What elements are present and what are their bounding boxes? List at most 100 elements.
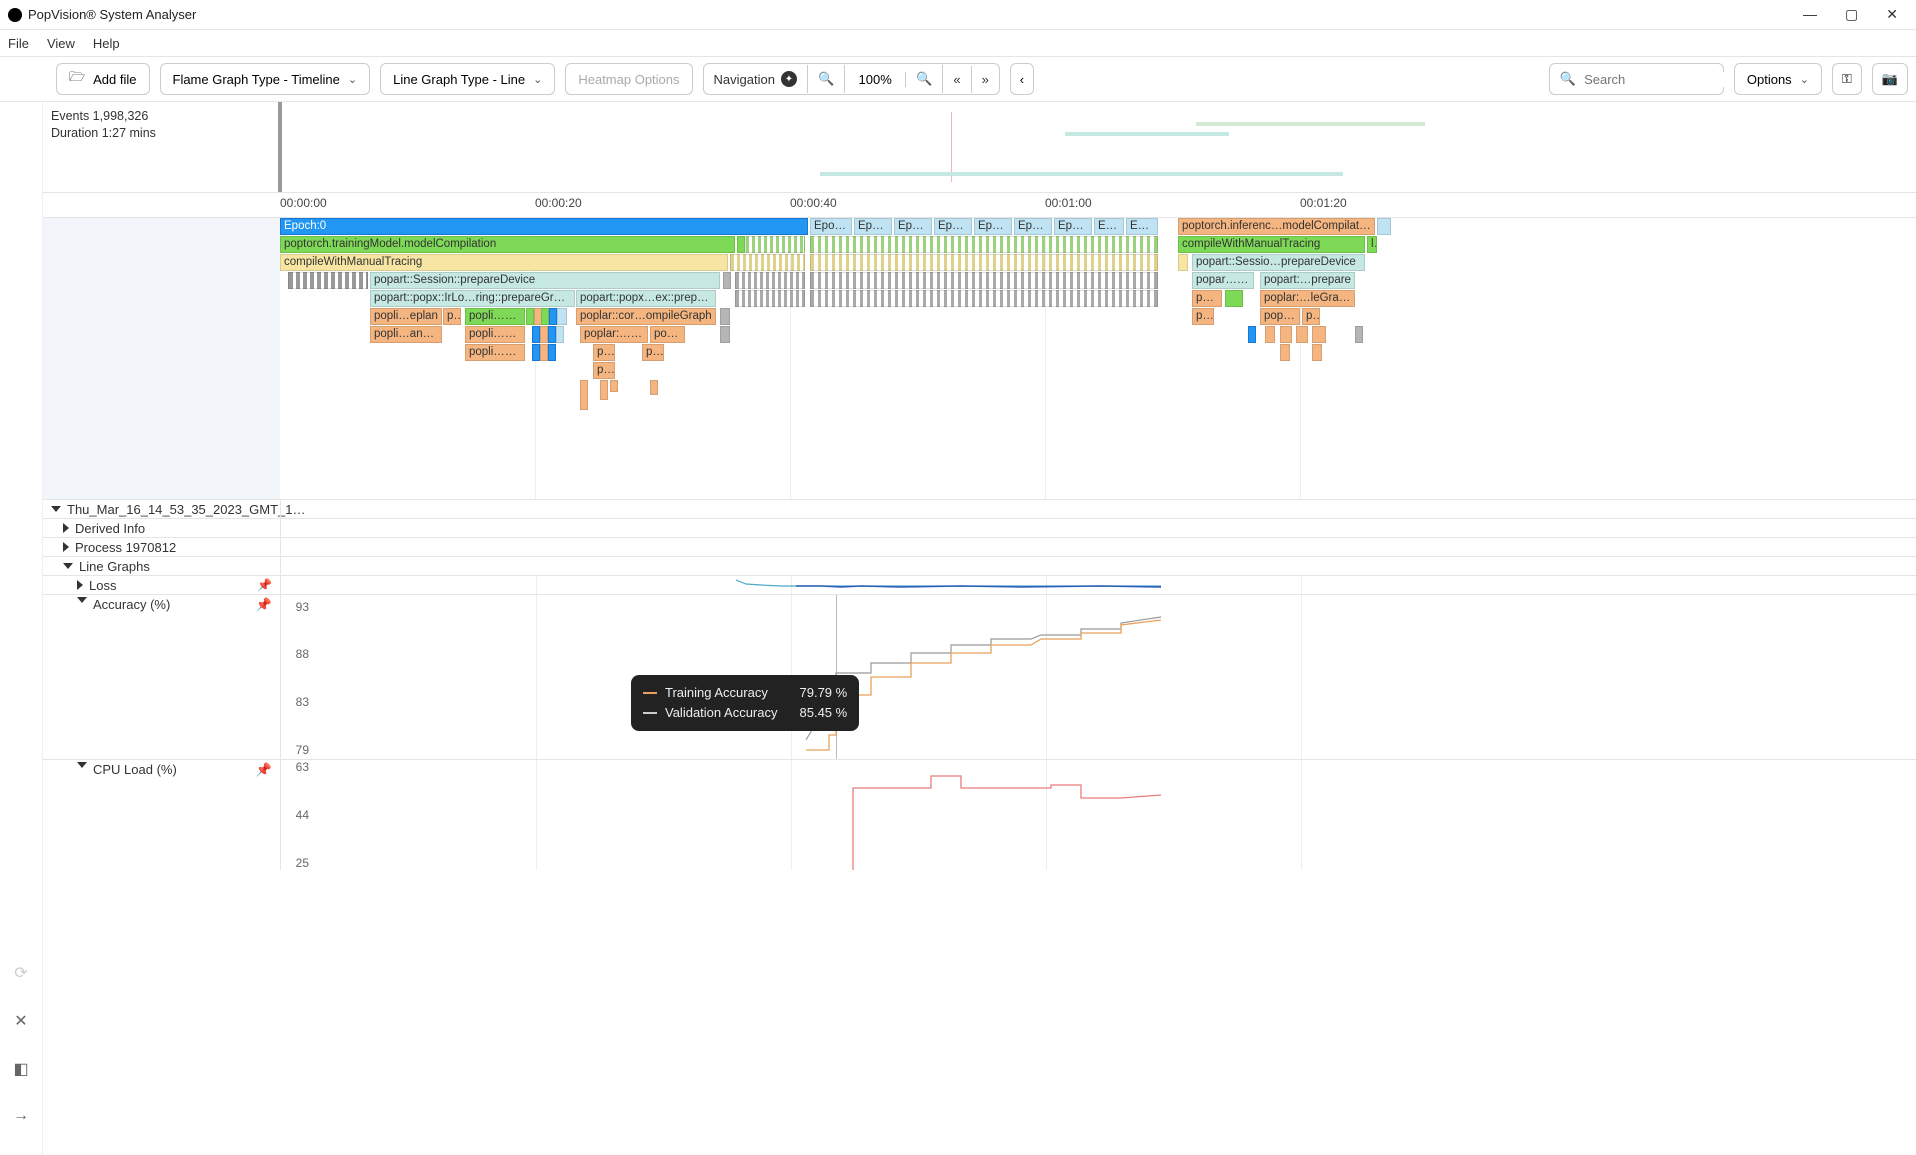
flame-bar[interactable] <box>288 272 368 289</box>
flame-bar[interactable] <box>600 380 608 400</box>
flame-bar[interactable] <box>737 236 745 253</box>
flame-graph[interactable]: Epoch:0 Epoch:1 Epo…:2 Epo…:3 Ep…:4 Ep…:… <box>280 218 1916 499</box>
forward-icon[interactable]: → <box>13 1107 29 1125</box>
flame-bar[interactable] <box>745 236 805 253</box>
expand-icon[interactable] <box>63 563 73 569</box>
flame-bar[interactable] <box>548 326 556 343</box>
zoom-input[interactable] <box>845 72 905 87</box>
cpuload-chart[interactable]: 63 44 25 <box>280 760 1916 870</box>
flame-bar[interactable]: poplar:…leGraph <box>1260 290 1355 307</box>
flame-bar[interactable]: p… <box>443 308 461 325</box>
menu-file[interactable]: File <box>8 36 29 51</box>
expand-icon[interactable] <box>63 523 69 533</box>
flame-bar[interactable] <box>810 272 1158 289</box>
flame-bar[interactable]: popart::Session::prepareDevice <box>370 272 720 289</box>
flame-bar[interactable] <box>556 326 564 343</box>
key-button[interactable]: ⚿ <box>1832 63 1862 95</box>
flame-bar[interactable] <box>541 308 549 325</box>
flame-bar[interactable]: Ep…:5 <box>974 218 1012 235</box>
flame-bar[interactable]: compileWithManualTracing <box>1178 236 1365 253</box>
flame-bar[interactable]: poptorch.trainingModel.modelCompilation <box>280 236 735 253</box>
flame-bar[interactable]: Ep…:8 <box>1094 218 1124 235</box>
flame-bar[interactable]: popart:…prepare <box>1260 272 1355 289</box>
flame-bar[interactable] <box>549 308 557 325</box>
flame-bar[interactable] <box>1280 344 1290 361</box>
flame-bar[interactable] <box>526 308 534 325</box>
tree-row-accuracy[interactable]: Accuracy (%) 📌 <box>43 595 280 759</box>
maximize-icon[interactable]: ▢ <box>1845 6 1858 23</box>
flame-bar[interactable]: popart::popx…ex::prepare <box>576 290 716 307</box>
flame-bar[interactable]: compileWithManualTracing <box>280 254 728 271</box>
close-panel-icon[interactable]: ✕ <box>14 1011 27 1031</box>
flame-bar[interactable]: Ep…:4 <box>934 218 972 235</box>
flame-bar[interactable] <box>1265 326 1275 343</box>
flame-bar[interactable] <box>1312 326 1326 343</box>
nav-back-button[interactable]: ‹ <box>1010 63 1034 95</box>
flame-bar[interactable] <box>1296 326 1308 343</box>
flame-bar[interactable] <box>532 326 540 343</box>
flame-bar[interactable] <box>810 290 1158 307</box>
flame-bar[interactable] <box>730 254 805 271</box>
tree-row-loss[interactable]: Loss📌 <box>43 576 1916 595</box>
close-icon[interactable]: ✕ <box>1886 6 1898 23</box>
flame-bar[interactable]: p…n <box>1192 290 1222 307</box>
flame-type-dropdown[interactable]: Flame Graph Type - Timeline ⌄ <box>160 63 371 95</box>
navigation-label[interactable]: Navigation ✦ <box>704 65 808 93</box>
flame-bar[interactable]: Epoch:0 <box>280 218 808 235</box>
flame-bar[interactable] <box>610 380 618 392</box>
nav-last-button[interactable]: » <box>972 66 999 93</box>
flame-bar[interactable] <box>735 290 805 307</box>
flame-bar[interactable]: popli…eplan <box>370 308 442 325</box>
flame-bar[interactable] <box>650 380 658 395</box>
search-box[interactable]: 🔍 <box>1549 63 1724 95</box>
flame-bar[interactable]: popli…Plan <box>465 326 525 343</box>
pin-icon[interactable]: 📌 <box>257 578 272 592</box>
flame-bar[interactable]: p…r <box>1192 308 1214 325</box>
flame-bar[interactable]: Ep…:9 <box>1126 218 1158 235</box>
options-dropdown[interactable]: Options ⌄ <box>1734 63 1822 95</box>
tree-row-linegraphs[interactable]: Line Graphs <box>43 557 1916 576</box>
loss-chart[interactable] <box>280 576 1916 594</box>
tree-row-derived[interactable]: Derived Info <box>43 519 1916 538</box>
flame-bar[interactable] <box>1248 326 1256 343</box>
flame-bar[interactable] <box>557 308 567 325</box>
time-ruler[interactable]: 00:00:00 00:00:20 00:00:40 00:01:00 00:0… <box>43 192 1916 218</box>
flame-bar[interactable] <box>723 272 731 289</box>
flame-bar[interactable]: Epo…:7 <box>1054 218 1092 235</box>
flame-bar[interactable]: popart::popx::IrLo…ring::prepareGraph <box>370 290 575 307</box>
refresh-icon[interactable]: ⟳ <box>14 963 27 983</box>
flame-bar[interactable] <box>1178 254 1188 271</box>
menu-help[interactable]: Help <box>93 36 120 51</box>
sidebar-layout-icon[interactable]: ◧ <box>13 1059 28 1079</box>
flame-bar[interactable] <box>810 236 1158 253</box>
expand-icon[interactable] <box>77 580 83 590</box>
flame-bar[interactable] <box>532 344 540 361</box>
flame-bar[interactable]: popli…nner <box>465 344 525 361</box>
flame-bar[interactable]: p… <box>642 344 664 361</box>
flame-bar[interactable] <box>735 272 805 289</box>
flame-bar[interactable] <box>540 344 548 361</box>
tree-row-process[interactable]: Process 1970812 <box>43 538 1916 557</box>
flame-bar[interactable] <box>1312 344 1322 361</box>
flame-bar[interactable] <box>720 308 730 325</box>
expand-icon[interactable] <box>77 762 87 768</box>
flame-bar[interactable]: Epoch:1 <box>810 218 852 235</box>
pin-icon[interactable]: 📌 <box>256 762 272 778</box>
flame-bar[interactable]: Epo…:2 <box>854 218 892 235</box>
flame-bar[interactable]: p… <box>1302 308 1320 325</box>
overview-minimap[interactable] <box>280 102 1916 192</box>
flame-bar[interactable]: Epo…:3 <box>894 218 932 235</box>
expand-icon[interactable] <box>77 597 87 603</box>
flame-bar[interactable]: p… <box>593 344 615 361</box>
flame-bar[interactable]: p… <box>593 362 615 379</box>
zoom-in-button[interactable]: 🔍 <box>906 65 943 93</box>
flame-bar[interactable] <box>580 380 588 410</box>
expand-icon[interactable] <box>63 542 69 552</box>
flame-bar[interactable]: Epo…:6 <box>1014 218 1052 235</box>
flame-bar[interactable]: popli…ghts <box>465 308 525 325</box>
flame-bar[interactable]: poplar:…bally <box>580 326 648 343</box>
pin-icon[interactable]: 📌 <box>256 597 272 613</box>
flame-bar[interactable] <box>720 326 730 343</box>
flame-bar[interactable] <box>1280 326 1292 343</box>
flame-bar[interactable]: l… <box>1367 236 1377 253</box>
